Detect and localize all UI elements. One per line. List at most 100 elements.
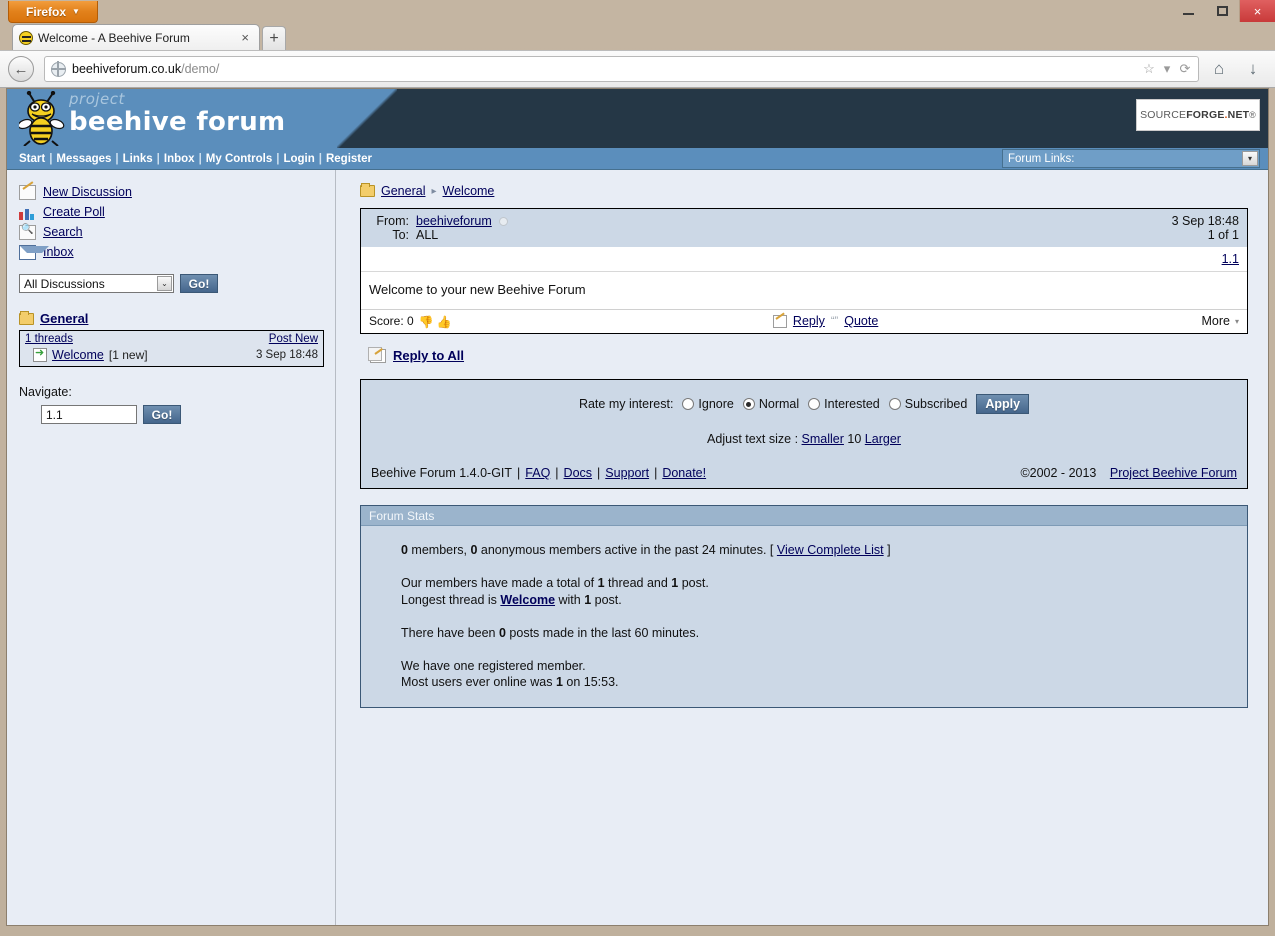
home-button[interactable]: ⌂ [1205,55,1233,83]
firefox-menu-button[interactable]: Firefox ▼ [8,1,98,23]
nav-item-messages[interactable]: Messages [52,153,115,165]
sidebar-label-search[interactable]: Search [43,225,83,239]
stats-recent-suffix: posts made in the last 60 minutes. [506,626,699,640]
longest-thread-link[interactable]: Welcome [500,593,555,607]
breadcrumb-folder[interactable]: General [381,184,425,198]
home-icon: ⌂ [1214,59,1224,79]
sidebar-item-new-discussion[interactable]: New Discussion [19,182,335,202]
nav-item-register[interactable]: Register [322,153,376,165]
reply-link[interactable]: Reply [793,314,825,328]
browser-tab[interactable]: Welcome - A Beehive Forum × [12,24,260,50]
breadcrumb-thread[interactable]: Welcome [443,184,495,198]
nav-item-my-controls[interactable]: My Controls [202,153,276,165]
nav-item-links[interactable]: Links [119,153,157,165]
sidebar-item-create-poll[interactable]: Create Poll [19,202,335,222]
forum-version: Beehive Forum 1.4.0-GIT [371,466,512,480]
nav-item-start[interactable]: Start [15,153,49,165]
text-size-label: Adjust text size : [707,432,798,446]
radio-option-normal[interactable]: Normal [743,397,799,411]
nav-item-inbox[interactable]: Inbox [160,153,199,165]
forum-stats-panel: Forum Stats 0 members, 0 anonymous membe… [360,505,1248,708]
navigate-go-label: Go! [152,408,173,422]
discussion-select[interactable]: All Discussions ⌄ [19,274,174,293]
radio-option-ignore[interactable]: Ignore [682,397,733,411]
from-value: beehiveforum [416,214,492,228]
thread-link-welcome[interactable]: Welcome [52,348,104,362]
stats-registered-block: We have one registered member. Most user… [401,658,1237,692]
sidebar-label-create-poll[interactable]: Create Poll [43,205,105,219]
discussion-go-button[interactable]: Go! [180,274,218,293]
chevron-down-icon[interactable]: ▾ [1158,60,1176,78]
url-bar[interactable]: beehiveforum.co.uk /demo/ ☆ ▾ ⟳ [44,56,1199,82]
nav-item-login[interactable]: Login [279,153,318,165]
bee-logo-icon [19,91,71,146]
forum-banner: project beehive forum SOURCEFORGE.NET® [7,89,1268,148]
folder-icon [19,313,34,325]
new-tab-button[interactable]: + [262,26,286,50]
more-dropdown[interactable]: More ▾ [1202,314,1240,328]
text-size-larger-link[interactable]: Larger [865,432,901,446]
footer-gap [1101,466,1104,480]
bookmark-star-icon[interactable]: ☆ [1140,60,1158,78]
radio-option-subscribed[interactable]: Subscribed [889,397,968,411]
reload-icon[interactable]: ⟳ [1176,60,1194,78]
navigate-go-button[interactable]: Go! [143,405,181,424]
sidebar-item-search[interactable]: Search [19,222,335,242]
thumbs-up-icon[interactable]: 👍 [437,315,450,328]
downloads-button[interactable]: ↓ [1239,55,1267,83]
forum-links-select[interactable]: Forum Links: ▾ [1002,149,1260,168]
copyright-text: ©2002 - 2013 [1020,466,1096,480]
from-label: From: [369,214,409,228]
radio-interested-icon[interactable] [808,398,820,410]
reply-to-all-link[interactable]: Reply to All [393,348,464,363]
thread-count-link[interactable]: 1 threads [25,333,73,345]
project-beehive-link[interactable]: Project Beehive Forum [1110,466,1237,480]
folder-link-general[interactable]: General [40,311,88,326]
rate-interest-panel: Rate my interest: Ignore Normal Interest… [360,379,1248,489]
tab-close-icon[interactable]: × [237,30,253,45]
sourceforge-badge[interactable]: SOURCEFORGE.NET® [1136,99,1260,131]
radio-normal-icon[interactable] [743,398,755,410]
sidebar-item-inbox[interactable]: Inbox [19,242,335,262]
forum-footer-row: Beehive Forum 1.4.0-GIT | FAQ | Docs | S… [371,466,1237,480]
back-button[interactable]: ← [8,56,34,82]
donate-link[interactable]: Donate! [662,466,706,480]
author-link[interactable]: beehiveforum [416,214,492,228]
text-size-row: Adjust text size : Smaller 10 Larger [371,432,1237,446]
minimize-button[interactable] [1171,0,1205,22]
radio-subscribed-icon[interactable] [889,398,901,410]
text-size-smaller-link[interactable]: Smaller [802,432,844,446]
quote-link[interactable]: Quote [844,314,878,328]
radio-ignore-icon[interactable] [682,398,694,410]
chevron-down-icon: ▼ [72,7,80,16]
thread-list-item[interactable]: Welcome [1 new] 3 Sep 18:48 [25,348,318,362]
post-to-row: To: ALL 1 of 1 [369,228,1239,242]
reply-to-all-row[interactable]: Reply to All [370,348,1250,363]
navigate-input[interactable]: 1.1 [41,405,137,424]
radio-option-interested[interactable]: Interested [808,397,880,411]
support-link[interactable]: Support [605,466,649,480]
post-body: Welcome to your new Beehive Forum [361,272,1247,309]
forum-logo-text: project beehive forum [69,92,285,138]
post-new-link[interactable]: Post New [269,333,318,345]
stats-recent-count: 0 [499,626,506,640]
bee-favicon-icon [19,31,33,45]
view-complete-list-link[interactable]: View Complete List [777,543,884,557]
close-window-button[interactable]: × [1239,0,1275,22]
docs-link[interactable]: Docs [564,466,592,480]
maximize-button[interactable] [1205,0,1239,22]
apply-button[interactable]: Apply [976,394,1029,414]
sidebar-label-new-discussion[interactable]: New Discussion [43,185,132,199]
stats-longest-mid: with [555,593,584,607]
thread-date: 3 Sep 18:48 [256,349,318,361]
chevron-down-icon: ▾ [1242,151,1258,166]
main-content: General ▸ Welcome From: beehiveforum 3 S… [336,170,1268,925]
firefox-menu-label: Firefox [26,5,66,19]
post-from-row: From: beehiveforum 3 Sep 18:48 [369,214,1239,228]
thumbs-down-icon[interactable]: 👎 [419,315,432,328]
forum-nav-bar: Start | Messages | Links | Inbox | My Co… [7,148,1268,170]
forum-stats-body: 0 members, 0 anonymous members active in… [361,526,1247,707]
faq-link[interactable]: FAQ [525,466,550,480]
post-number-link[interactable]: 1.1 [1222,252,1239,266]
folder-icon [360,185,375,197]
